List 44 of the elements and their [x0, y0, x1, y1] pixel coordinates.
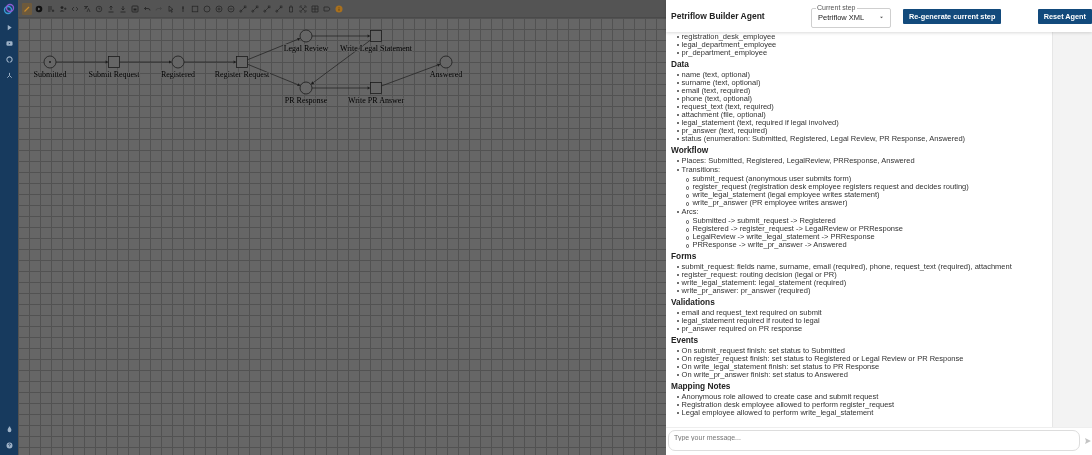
section-heading: Validations — [671, 298, 716, 307]
arc-tool-icon[interactable] — [262, 2, 272, 15]
arc-tool-icon[interactable] — [250, 2, 260, 15]
node-label: PR Response — [284, 96, 328, 105]
send-icon[interactable] — [1084, 436, 1092, 445]
transition-square — [370, 30, 382, 42]
node-label: Registered — [160, 70, 196, 79]
section-heading: Data — [671, 60, 690, 69]
grid-tool-icon[interactable] — [310, 2, 320, 15]
circle-tool-icon[interactable] — [202, 2, 212, 15]
caret-icon — [879, 16, 884, 19]
arc-tool-icon[interactable] — [274, 2, 284, 15]
minus-circle-tool-icon[interactable] — [226, 2, 236, 15]
save-tool-icon[interactable] — [130, 2, 140, 15]
github-icon[interactable] — [5, 56, 13, 63]
section-heading: Events — [671, 336, 700, 345]
node-label: Answered — [429, 70, 463, 79]
plus-circle-tool-icon[interactable] — [214, 2, 224, 15]
section-heading: Forms — [671, 252, 698, 261]
arc-arrow — [183, 60, 237, 64]
help-icon[interactable] — [5, 442, 13, 449]
bug-icon[interactable] — [5, 426, 13, 433]
panel-title: Petriflow Builder Agent — [671, 11, 766, 21]
section-heading: Mapping Notes — [671, 382, 732, 391]
node-label: Register Request — [214, 70, 270, 79]
section-heading: Workflow — [671, 146, 710, 155]
node-label: Write Legal Statement — [339, 44, 413, 53]
arc-arrow — [55, 60, 109, 64]
arc-arrow — [119, 60, 172, 64]
transition-square — [236, 56, 248, 68]
network-icon[interactable] — [5, 72, 13, 79]
arc-arrow — [247, 37, 301, 61]
transition-square — [370, 82, 382, 94]
play-icon[interactable] — [5, 24, 13, 31]
transition-square — [108, 56, 120, 68]
fit-tool-icon[interactable] — [298, 2, 308, 15]
node-label: Submitted — [33, 70, 67, 79]
logo-icon[interactable] — [3, 3, 15, 15]
node-label: Submit Request — [88, 70, 140, 79]
node-label: Write PR Answer — [347, 96, 405, 105]
arc-tool-icon[interactable] — [238, 2, 248, 15]
video-icon[interactable] — [5, 40, 13, 47]
node-label: Legal Review — [283, 44, 329, 53]
pencil-tool-icon[interactable] — [22, 2, 32, 15]
